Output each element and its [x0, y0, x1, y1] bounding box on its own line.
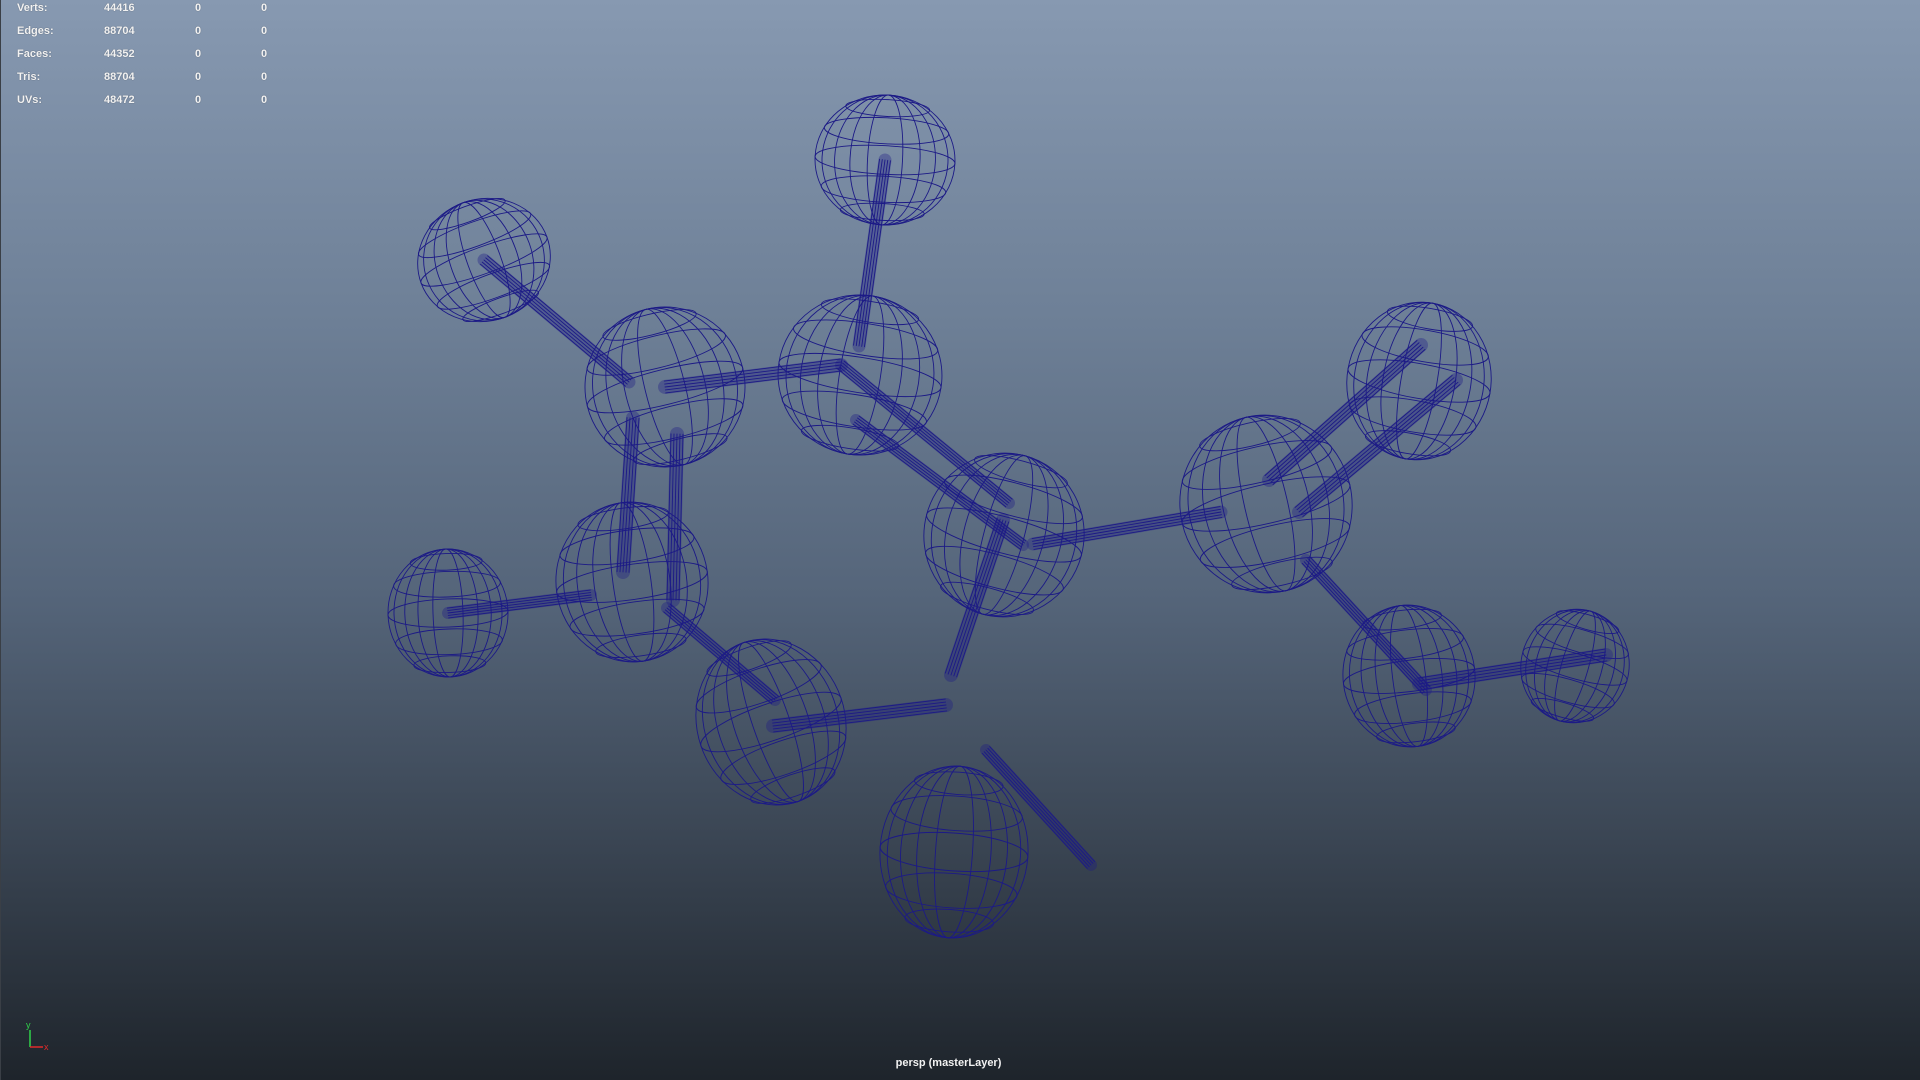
hud-label: Verts: — [17, 2, 48, 14]
hud-row-tris: Tris: 88704 0 0 — [17, 69, 277, 92]
hud-value: 0 — [261, 48, 268, 60]
bond-cylinder-line — [447, 594, 592, 614]
atom-sphere[interactable] — [1162, 398, 1370, 610]
hud-label: Faces: — [17, 48, 52, 60]
hud-value: 0 — [195, 2, 202, 14]
bond-cylinder-line — [858, 415, 1027, 542]
bond-cylinder-line — [487, 255, 633, 379]
hud-label: Tris: — [17, 71, 41, 83]
bond-cylinder-line — [989, 746, 1096, 863]
hud-value: 44416 — [104, 2, 135, 14]
bond-cylinder-line — [1298, 379, 1457, 513]
bond-cylinder-line — [1418, 651, 1606, 682]
bond-cylinder-line — [664, 364, 842, 388]
molecule-wireframe[interactable] — [1, 0, 1920, 1080]
bond-cylinder-line — [1309, 556, 1431, 688]
viewport-persp[interactable]: Verts: 44416 0 0 Edges: 88704 0 0 Faces:… — [0, 0, 1920, 1080]
bond-cylinder-line — [481, 261, 628, 385]
bond-cylinder-line — [944, 517, 998, 674]
bond-cylinder-line — [1270, 346, 1424, 483]
hud-value: 88704 — [104, 71, 135, 83]
hud-row-uvs: UVs: 48472 0 0 — [17, 92, 277, 115]
atom-sphere[interactable] — [874, 761, 1034, 943]
bond-cylinder-line — [947, 518, 1001, 675]
bond-cylinder-line — [857, 417, 1025, 544]
bond-cylinder-line — [983, 751, 1090, 868]
bond-cylinder-line — [1419, 657, 1607, 688]
hud-value: 0 — [195, 71, 202, 83]
hud-row-faces: Faces: 44352 0 0 — [17, 46, 277, 69]
axis-gizmo-icon: y x — [26, 1020, 49, 1052]
hud-label: Edges: — [17, 25, 54, 37]
atom-group — [386, 91, 1643, 943]
bond-cylinder-line — [858, 159, 886, 347]
bond-cylinder-line — [956, 521, 1010, 678]
bond-cylinder-line — [668, 605, 778, 699]
bond-cylinder-line — [981, 752, 1088, 869]
hud-value: 0 — [261, 94, 268, 106]
hud-value: 44352 — [104, 48, 135, 60]
bond-cylinder-line — [480, 263, 626, 387]
hud-value: 0 — [195, 94, 202, 106]
hud-value: 88704 — [104, 25, 135, 37]
bond-cylinder-line — [772, 704, 947, 727]
bond-cylinder-line — [485, 257, 632, 381]
bond-cylinder-line — [663, 611, 773, 705]
bond-cylinder-line — [987, 747, 1094, 864]
hud-row-verts: Verts: 44416 0 0 — [17, 0, 277, 23]
hud-value: 0 — [195, 25, 202, 37]
axis-x-label: x — [44, 1042, 49, 1052]
hud-value: 0 — [261, 71, 268, 83]
hud-value: 0 — [261, 25, 268, 37]
heads-up-display: Verts: 44416 0 0 Edges: 88704 0 0 Faces:… — [17, 0, 277, 115]
atom-sphere[interactable] — [1334, 291, 1503, 472]
hud-value: 0 — [261, 2, 268, 14]
hud-row-edges: Edges: 88704 0 0 — [17, 23, 277, 46]
bond-cylinder-line — [1266, 342, 1420, 479]
axis-y-label: y — [26, 1020, 31, 1030]
bond-cylinder-line — [1268, 344, 1422, 481]
hud-value: 48472 — [104, 94, 135, 106]
hud-label: UVs: — [17, 94, 43, 106]
camera-label: persp (masterLayer) — [895, 1057, 1002, 1069]
bond-cylinder-line — [483, 259, 630, 383]
bond-group — [442, 153, 1613, 871]
hud-value: 0 — [195, 48, 202, 60]
